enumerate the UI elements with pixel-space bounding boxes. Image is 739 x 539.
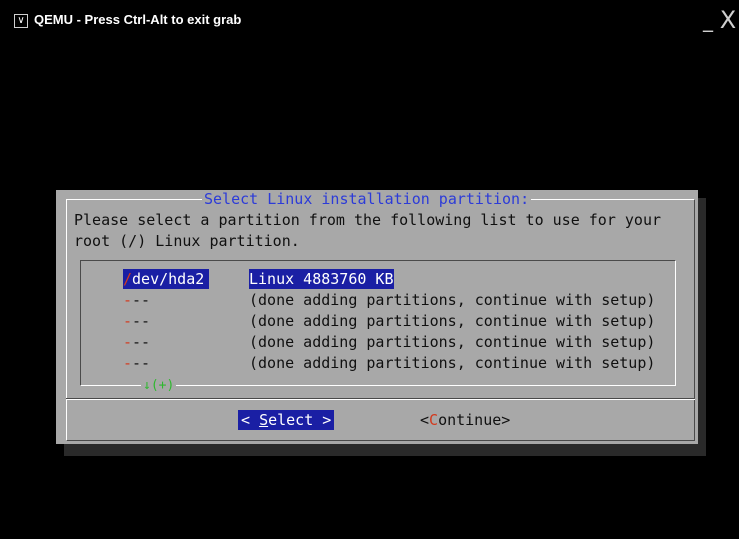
list-item-tag: /dev/hda2	[123, 269, 209, 289]
list-item-tag-hotkey: -	[123, 312, 133, 330]
select-button-close: >	[313, 411, 332, 429]
list-item[interactable]: --- (done adding partitions, continue wi…	[123, 311, 655, 331]
dialog-title: Select Linux installation partition:	[202, 190, 532, 208]
continue-button-open: <	[420, 411, 430, 429]
button-separator	[66, 398, 695, 400]
prompt-line-2: root (/) Linux partition.	[74, 232, 300, 250]
list-item-tag-hotkey: -	[123, 354, 133, 372]
select-button-open: <	[241, 411, 260, 429]
close-icon[interactable]: X	[718, 8, 738, 32]
list-item-tag-rest: --	[132, 354, 151, 372]
emulator-screen: Select Linux installation partition: Ple…	[10, 32, 732, 532]
continue-button-hotkey: C	[429, 411, 439, 429]
list-item-text: (done adding partitions, continue with s…	[249, 312, 656, 330]
dialog-prompt: Please select a partition from the follo…	[74, 210, 661, 252]
list-item-text: (done adding partitions, continue with s…	[249, 333, 656, 351]
scroll-down-indicator: ↓(+)	[141, 378, 177, 394]
list-item-tag: ---	[123, 290, 209, 310]
select-button-rest: elect	[268, 411, 314, 429]
select-button-hotkey: S	[259, 411, 269, 429]
list-item-tag-rest: --	[132, 333, 151, 351]
prompt-line-1: Please select a partition from the follo…	[74, 211, 661, 229]
list-item-tag-hotkey: -	[123, 333, 133, 351]
continue-button[interactable]: <Continue>	[420, 410, 510, 430]
list-item[interactable]: --- (done adding partitions, continue wi…	[123, 290, 655, 310]
list-item-tag-rest: dev/hda2	[132, 270, 205, 288]
window-titlebar: ∨ QEMU - Press Ctrl-Alt to exit grab _ X	[0, 0, 739, 32]
list-item-tag: ---	[123, 353, 209, 373]
minimize-icon[interactable]: _	[700, 10, 716, 30]
list-item-tag-hotkey: -	[123, 291, 133, 309]
list-item-tag-rest: --	[132, 312, 151, 330]
list-item[interactable]: --- (done adding partitions, continue wi…	[123, 332, 655, 352]
list-item[interactable]: /dev/hda2 Linux 4883760 KB	[123, 269, 394, 289]
list-item-text: Linux 4883760 KB	[249, 269, 394, 289]
list-item[interactable]: --- (done adding partitions, continue wi…	[123, 353, 655, 373]
partition-dialog: Select Linux installation partition: Ple…	[56, 190, 698, 444]
window-menu-icon[interactable]: ∨	[14, 14, 28, 28]
list-item-tag: ---	[123, 311, 209, 331]
window-title: QEMU - Press Ctrl-Alt to exit grab	[34, 12, 242, 27]
list-item-tag: ---	[123, 332, 209, 352]
list-item-tag-hotkey: /	[123, 270, 133, 288]
select-button[interactable]: < Select >	[238, 410, 335, 430]
list-item-text: (done adding partitions, continue with s…	[249, 354, 656, 372]
list-item-tag-rest: --	[132, 291, 151, 309]
list-item-text: (done adding partitions, continue with s…	[249, 291, 656, 309]
continue-button-rest: ontinue	[438, 411, 502, 429]
partition-listbox[interactable]: /dev/hda2 Linux 4883760 KB --- (done add…	[80, 260, 676, 394]
continue-button-close: >	[501, 411, 511, 429]
